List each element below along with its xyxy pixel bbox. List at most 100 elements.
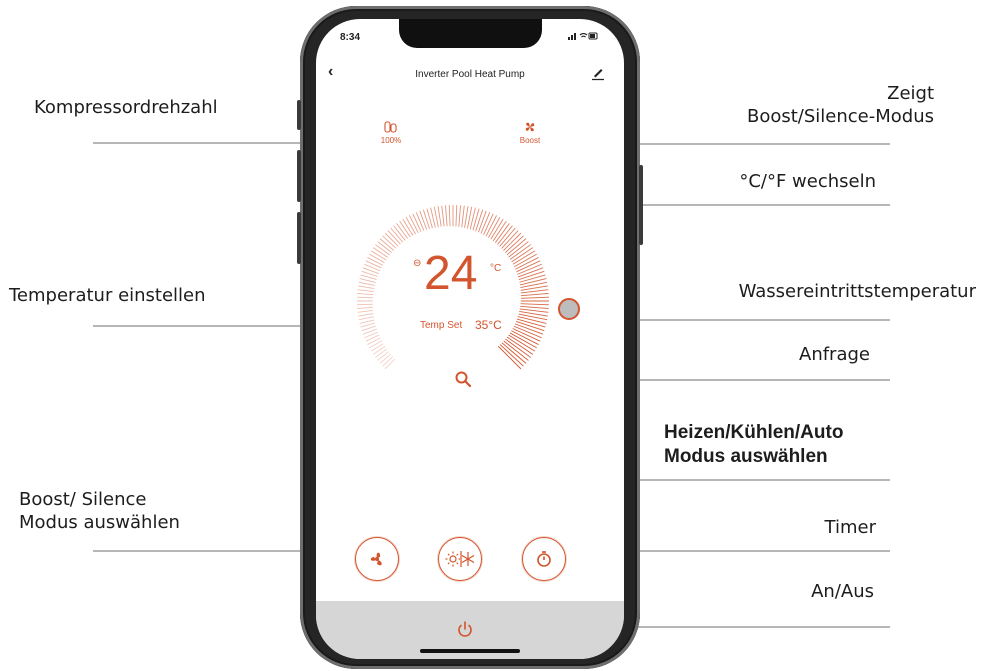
stopwatch-icon	[537, 551, 551, 567]
dial-tick	[422, 209, 430, 229]
label-kompressordrehzahl: Kompressordrehzahl	[34, 97, 218, 118]
dial-tick	[384, 358, 396, 370]
dial-tick	[511, 247, 534, 263]
dial-tick	[365, 260, 382, 269]
boost-silence-button[interactable]	[355, 537, 399, 581]
phone-notch	[399, 19, 542, 48]
dial-tick	[501, 230, 519, 249]
search-icon[interactable]	[454, 370, 472, 388]
dial-tick	[358, 281, 375, 286]
dial-tick	[512, 250, 536, 265]
dial-tick	[364, 263, 381, 272]
dial-tick	[358, 285, 375, 289]
dial-tick	[448, 205, 451, 227]
temp-set-label: Temp Set	[420, 320, 463, 331]
compressor-speed-display: 100%	[376, 120, 406, 145]
label-anfrage: Anfrage	[799, 344, 870, 365]
dial-tick	[520, 303, 549, 306]
label-unit-switch: °C/°F wechseln	[739, 171, 876, 192]
dial-tick	[370, 250, 387, 261]
dial-tick	[519, 278, 547, 286]
dial-tick	[464, 206, 469, 228]
dial-tick	[357, 293, 374, 296]
dial-tick	[441, 205, 445, 227]
dial-tick	[520, 305, 549, 309]
compressor-speed-value: 100%	[380, 136, 402, 145]
dial-tick	[357, 296, 373, 299]
unit-toggle[interactable]: °C	[490, 263, 501, 274]
mode-status-value: Boost	[519, 136, 541, 145]
dial-tick	[382, 356, 394, 367]
page-title: Inverter Pool Heat Pump	[415, 69, 525, 80]
dial-tick	[359, 278, 376, 283]
label-boost-silence-select: Boost/ Silence Modus auswählen	[19, 488, 180, 534]
dial-tick	[358, 313, 374, 317]
status-time: 8:34	[340, 32, 361, 43]
dial-tick	[504, 235, 524, 254]
dial-tick	[497, 225, 513, 245]
label-mode-line1: Heizen/Kühlen/Auto	[664, 422, 844, 443]
dial-tick	[520, 293, 549, 297]
dial-tick	[437, 206, 442, 227]
label-zeigt-line1: Zeigt	[887, 83, 934, 104]
dial-tick	[458, 205, 461, 227]
dial-tick	[519, 308, 549, 313]
label-timer: Timer	[824, 517, 876, 538]
dial-tick	[512, 328, 541, 342]
label-wassereintrittstemperatur: Wassereintrittstemperatur	[738, 281, 976, 302]
dial-tick	[415, 212, 425, 231]
label-temperatur-einstellen: Temperatur einstellen	[9, 285, 206, 306]
dial-tick	[520, 289, 549, 294]
dial-tick	[499, 227, 516, 247]
label-heizen-kuehlen-auto: Heizen/Kühlen/Auto Modus auswählen	[664, 421, 843, 469]
dial-tick	[357, 310, 374, 313]
set-temperature-value: 24	[424, 247, 478, 300]
dial-tick	[372, 346, 386, 355]
dial-tick	[379, 353, 392, 364]
dial-tick	[508, 334, 536, 352]
fan-icon	[370, 552, 382, 566]
edit-icon[interactable]	[590, 65, 606, 81]
dial-tick	[505, 338, 531, 358]
dial-tick	[358, 316, 374, 321]
label-boost-line1: Boost/ Silence	[19, 489, 147, 510]
dial-tick	[369, 340, 383, 349]
dial-knob[interactable]	[558, 298, 580, 320]
dial-tick	[445, 205, 448, 227]
dial-tick	[377, 351, 389, 361]
dial-tick	[369, 253, 385, 263]
dial-tick	[520, 296, 549, 299]
dial-tick	[412, 213, 422, 232]
phone-volume-up	[297, 150, 301, 202]
dial-tick	[455, 205, 458, 227]
water-inlet-temperature: 35°C	[475, 318, 502, 332]
dial-tick	[357, 303, 373, 306]
mode-select-button[interactable]	[438, 537, 482, 581]
dial-tick	[509, 244, 531, 260]
home-indicator	[420, 649, 520, 653]
dial-tick	[477, 210, 487, 233]
dial-tick	[517, 316, 547, 324]
power-icon[interactable]	[456, 620, 474, 638]
dial-tick	[375, 348, 388, 358]
label-zeigt-boost-silence: Zeigt Boost/Silence-Modus	[747, 82, 934, 128]
dial-tick	[357, 306, 373, 309]
dial-tick	[494, 223, 510, 243]
decrease-temp-icon[interactable]: ⊖	[413, 258, 421, 269]
dial-tick	[508, 241, 529, 258]
signal-icon	[568, 32, 598, 40]
dial-tick	[461, 205, 465, 228]
dial-tick	[370, 343, 384, 352]
timer-button[interactable]	[522, 537, 566, 581]
sun-snowflake-icon	[445, 551, 475, 567]
dial-tick	[357, 289, 374, 293]
dial-tick	[367, 337, 381, 345]
phone-volume-down	[297, 212, 301, 264]
dial-tick	[475, 209, 484, 232]
dial-tick	[472, 208, 480, 231]
fan-icon	[525, 122, 535, 132]
dial-tick	[419, 210, 428, 230]
dial-tick	[360, 322, 376, 328]
label-boost-line2: Modus auswählen	[19, 512, 180, 533]
dial-tick	[506, 238, 527, 256]
